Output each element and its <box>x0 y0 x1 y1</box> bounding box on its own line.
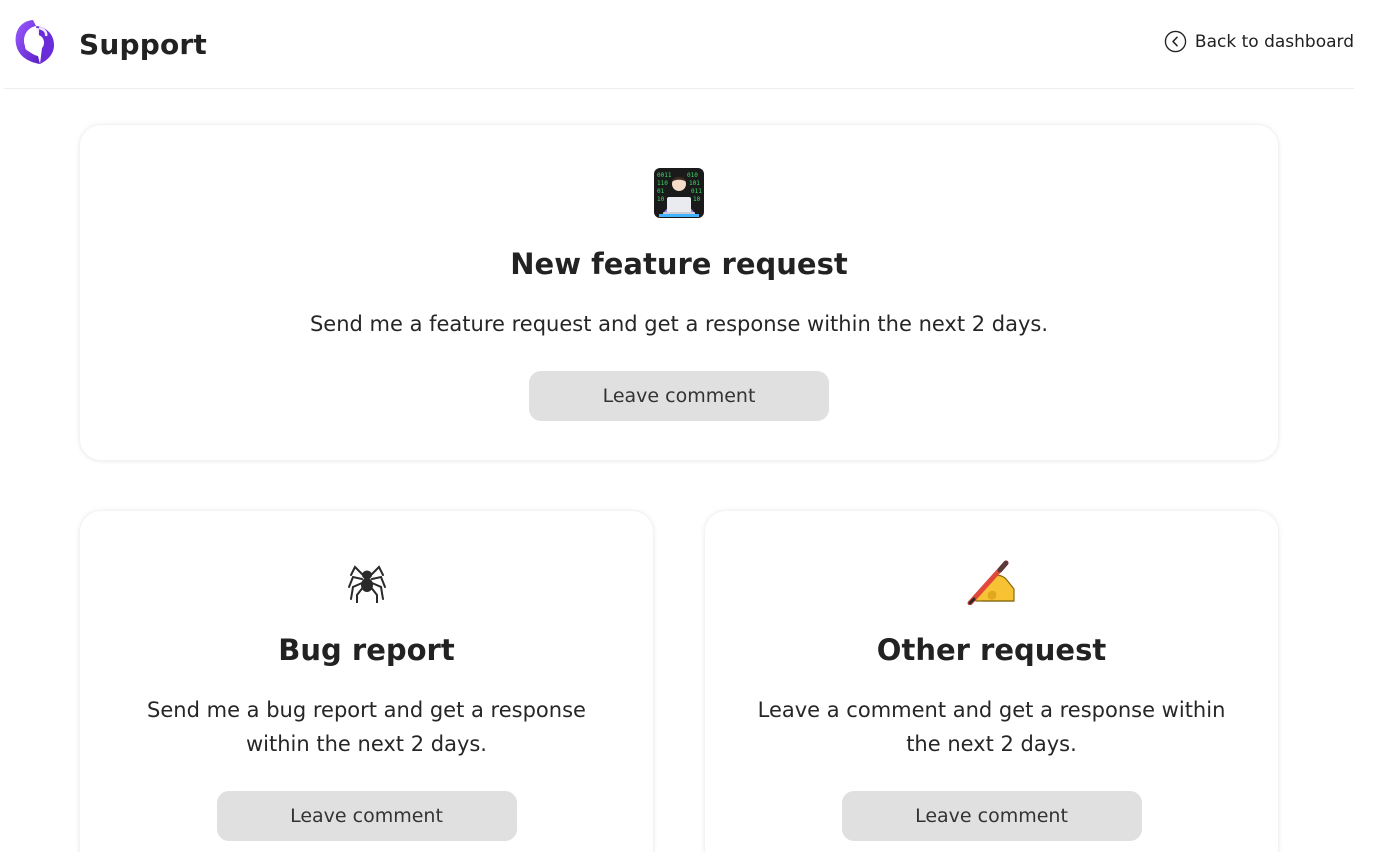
svg-text:101: 101 <box>689 180 700 187</box>
other-request-card: Other request Leave a comment and get a … <box>704 510 1279 852</box>
chevron-left-circle-icon <box>1164 30 1187 53</box>
support-page: Support Back to dashboard 0011 010 110 101… <box>0 0 1376 852</box>
card-description: Leave a comment and get a response withi… <box>757 698 1226 756</box>
svg-text:011: 011 <box>691 188 702 195</box>
svg-text:10: 10 <box>693 196 701 203</box>
svg-text:01: 01 <box>657 188 665 195</box>
writing-hand-icon <box>967 560 1015 605</box>
back-to-dashboard-link[interactable]: Back to dashboard <box>1164 30 1354 53</box>
svg-text:010: 010 <box>687 172 698 179</box>
card-description: Send me a bug report and get a response … <box>147 698 586 756</box>
header-divider <box>4 88 1354 89</box>
header: Support Back to dashboard <box>0 0 1376 89</box>
bug-report-card: Bug report Send me a bug report and get … <box>79 510 654 852</box>
spider-icon <box>347 565 386 603</box>
card-heading: New feature request <box>510 247 848 281</box>
svg-text:110: 110 <box>657 180 668 187</box>
svg-text:10: 10 <box>657 196 665 203</box>
card-heading: Bug report <box>278 633 455 667</box>
svg-text:0011: 0011 <box>657 172 672 179</box>
feature-request-card: 0011 010 110 101 01 011 10 10 New feature re… <box>79 124 1279 461</box>
technologist-icon: 0011 010 110 101 01 011 10 10 <box>654 168 704 218</box>
leave-comment-button[interactable]: Leave comment <box>529 371 829 421</box>
leave-comment-button[interactable]: Leave comment <box>841 791 1142 841</box>
page-title: Support <box>79 28 208 61</box>
back-to-dashboard-label: Back to dashboard <box>1194 31 1354 52</box>
leave-comment-button[interactable]: Leave comment <box>216 791 517 841</box>
card-description: Send me a feature request and get a resp… <box>309 312 1049 336</box>
card-heading: Other request <box>876 633 1107 667</box>
brand-logo-icon[interactable] <box>12 18 58 66</box>
